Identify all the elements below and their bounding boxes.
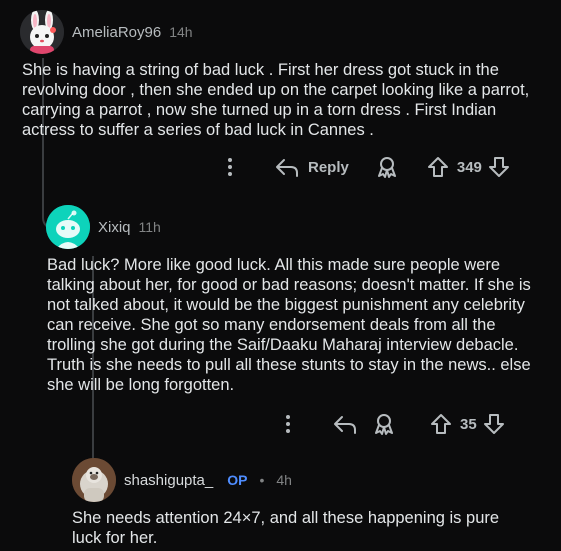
comment-actions: 35	[278, 412, 505, 436]
award-icon	[375, 414, 393, 435]
vote-count: 349	[456, 158, 482, 176]
reply-button[interactable]	[332, 413, 358, 435]
comment-header: Xixiq 11h	[46, 205, 161, 249]
comment-body: She needs attention 24×7, and all these …	[72, 509, 500, 547]
bunny-avatar-icon[interactable]	[20, 10, 64, 54]
comment-timestamp: 11h	[138, 219, 161, 235]
monkey-avatar-icon[interactable]	[72, 458, 116, 502]
more-vertical-icon	[286, 415, 290, 433]
comment-timestamp: 14h	[169, 24, 193, 40]
award-icon	[377, 157, 396, 178]
more-options-button[interactable]	[220, 157, 240, 177]
upvote-button[interactable]	[430, 413, 452, 435]
comment-body: She is having a string of bad luck . Fir…	[22, 61, 530, 139]
downvote-icon	[483, 414, 504, 434]
reply-icon	[334, 416, 356, 434]
reply-icon	[276, 159, 298, 177]
op-badge: OP	[227, 472, 248, 488]
comment-header: AmeliaRoy96 14h	[20, 10, 193, 54]
downvote-button[interactable]	[483, 413, 505, 435]
reply-button[interactable]: Reply	[274, 156, 349, 178]
upvote-button[interactable]	[427, 156, 449, 178]
more-vertical-icon	[228, 158, 232, 176]
vote-count: 35	[460, 415, 477, 433]
more-options-button[interactable]	[278, 414, 298, 434]
comment-body: Bad luck? More like good luck. All this …	[47, 256, 531, 394]
downvote-button[interactable]	[488, 156, 510, 178]
default-snoo-avatar-icon[interactable]	[46, 205, 90, 249]
upvote-icon	[427, 157, 448, 177]
comment-timestamp: 4h	[276, 472, 292, 488]
comment-author[interactable]: AmeliaRoy96	[72, 24, 161, 41]
comment-actions: Reply 349	[220, 155, 510, 179]
reply-label: Reply	[308, 158, 349, 176]
upvote-icon	[431, 414, 451, 434]
separator-dot: •	[259, 472, 265, 488]
award-button[interactable]	[375, 155, 399, 179]
comment-author[interactable]: Xixiq	[98, 219, 131, 236]
comment-author[interactable]: shashigupta_	[124, 472, 213, 489]
downvote-icon	[488, 157, 509, 177]
comment-header: shashigupta_ OP • 4h	[72, 458, 292, 502]
award-button[interactable]	[372, 412, 396, 436]
